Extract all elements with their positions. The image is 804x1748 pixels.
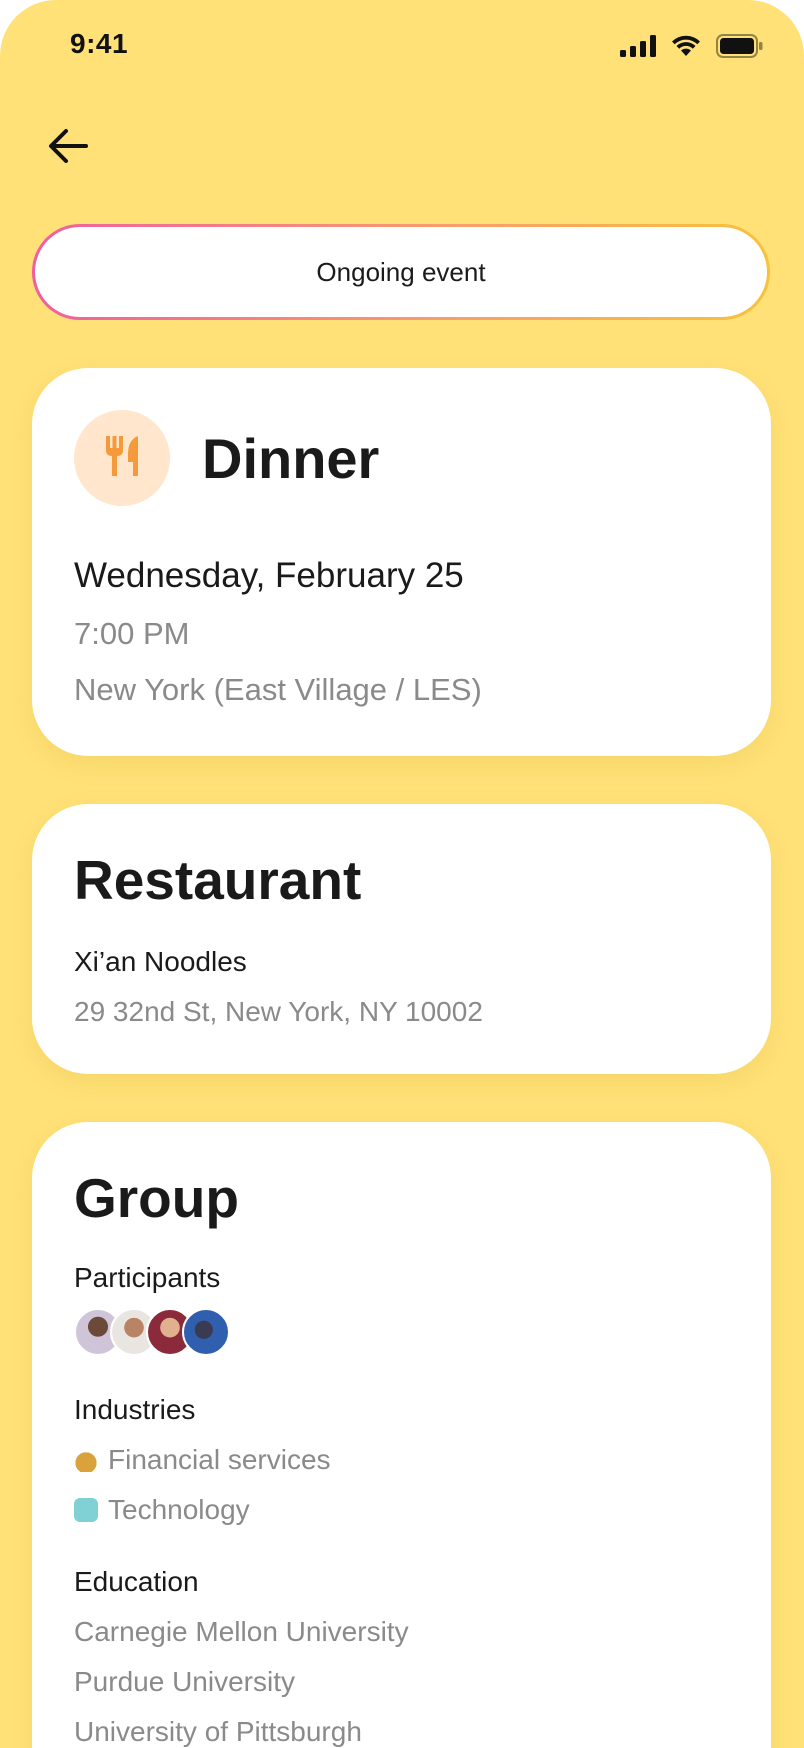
event-date: Wednesday, February 25 — [74, 556, 464, 595]
battery-icon — [716, 34, 764, 63]
ongoing-event-label: Ongoing event — [35, 227, 767, 317]
dinner-card: Dinner Wednesday, February 25 7:00 PM Ne… — [32, 368, 771, 756]
restaurant-name: Xi’an Noodles — [74, 946, 247, 977]
event-screen: 9:41 Ongoing event Dinner Wednesday, Feb… — [0, 0, 804, 1748]
group-card: Group Participants Industries Financial … — [32, 1122, 771, 1748]
education-item: Carnegie Mellon University — [74, 1616, 409, 1647]
status-icons — [620, 34, 764, 63]
back-button[interactable] — [40, 120, 96, 176]
education-item: University of Pittsburgh — [74, 1716, 362, 1747]
restaurant-card: Restaurant Xi’an Noodles 29 32nd St, New… — [32, 804, 771, 1074]
restaurant-heading: Restaurant — [74, 849, 362, 911]
status-time: 9:41 — [70, 28, 129, 59]
industry-label: Technology — [108, 1494, 250, 1525]
participant-avatars[interactable] — [74, 1308, 230, 1356]
cellular-signal-icon — [620, 35, 656, 62]
wifi-icon — [670, 34, 702, 63]
ongoing-event-button[interactable]: Ongoing event — [32, 224, 770, 320]
fork-knife-icon — [102, 434, 142, 483]
robot-icon — [74, 1498, 98, 1522]
participants-label: Participants — [74, 1262, 221, 1293]
industries-label: Industries — [74, 1394, 196, 1425]
money-bag-icon — [74, 1448, 98, 1472]
dinner-icon-badge — [74, 410, 170, 506]
event-time: 7:00 PM — [74, 616, 190, 651]
event-location: New York (East Village / LES) — [74, 672, 482, 707]
avatar[interactable] — [182, 1308, 230, 1356]
status-bar: 9:41 — [0, 0, 804, 96]
restaurant-address: 29 32nd St, New York, NY 10002 — [74, 996, 483, 1027]
industry-item: Financial services — [74, 1444, 331, 1476]
industry-label: Financial services — [108, 1444, 331, 1475]
event-title: Dinner — [202, 427, 380, 490]
group-heading: Group — [74, 1167, 239, 1229]
industry-item: Technology — [74, 1494, 250, 1526]
arrow-left-icon — [46, 124, 90, 173]
education-item: Purdue University — [74, 1666, 295, 1697]
education-label: Education — [74, 1566, 199, 1597]
